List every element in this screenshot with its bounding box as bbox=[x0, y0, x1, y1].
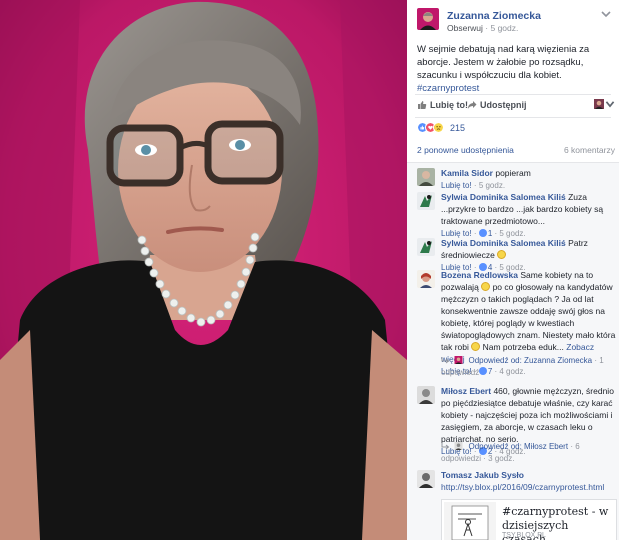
commenter-avatar[interactable] bbox=[417, 168, 435, 186]
shares-link[interactable]: 2 ponowne udostępnienia bbox=[417, 145, 514, 155]
replies-link[interactable]: Odpowiedź od: Zuzanna Ziomecka · 1 odpow… bbox=[441, 355, 616, 379]
commenter-avatar[interactable] bbox=[417, 192, 435, 210]
reply-time: 3 godz. bbox=[488, 454, 515, 463]
hashtag-link[interactable]: #czarnyprotest bbox=[417, 83, 479, 94]
author-avatar[interactable] bbox=[417, 8, 439, 30]
comment-item: Sylwia Dominika Salomea Kiliś Zuza ...pr… bbox=[417, 191, 617, 238]
reaction-icons bbox=[417, 122, 447, 133]
post-header: Zuzanna Ziomecka Obserwuj · 5 godz. bbox=[407, 0, 619, 36]
post-counts: 2 ponowne udostępnienia 6 komentarzy bbox=[417, 145, 617, 155]
comment-item: Sylwia Dominika Salomea Kiliś Patrz śred… bbox=[417, 237, 617, 272]
actions-bottom-divider bbox=[415, 117, 611, 118]
link-preview-image bbox=[444, 502, 496, 540]
persona-avatar-icon bbox=[594, 99, 604, 109]
comment-text: popieram bbox=[495, 168, 531, 178]
like-button[interactable]: Lubię to! bbox=[417, 100, 468, 110]
post-text: W sejmie debatują nad karą więzienia za … bbox=[417, 43, 613, 95]
post-meta: Obserwuj · 5 godz. bbox=[447, 23, 518, 33]
reaction-count: 215 bbox=[450, 122, 466, 133]
reactions-summary[interactable]: 215 bbox=[417, 122, 465, 133]
actions-top-divider bbox=[415, 94, 611, 95]
commenter-name[interactable]: Sylwia Dominika Salomea Kiliś bbox=[441, 192, 566, 202]
portrait-image bbox=[0, 0, 407, 540]
emoji-smile-icon bbox=[481, 282, 491, 291]
share-label: Udostępnij bbox=[480, 100, 527, 110]
comment-item: Tomasz Jakub Sysło http://tsy.blox.pl/20… bbox=[417, 469, 617, 499]
commenter-name[interactable]: Tomasz Jakub Sysło bbox=[441, 470, 524, 480]
comment-body: Sylwia Dominika Salomea Kiliś Zuza ...pr… bbox=[441, 191, 616, 241]
comment-body: Kamila Sidor popieram Lubię to! · 5 godz… bbox=[441, 167, 616, 193]
reply-label: Odpowiedź od: Zuzanna Ziomecka bbox=[468, 356, 593, 365]
reply-author-avatar bbox=[454, 441, 464, 451]
reply-label: Odpowiedź od: Miłosz Ebert bbox=[468, 442, 569, 451]
link-preview-card[interactable]: #czarnyprotest - w dzisiejszych czasach.… bbox=[441, 499, 617, 540]
replies-link[interactable]: Odpowiedź od: Miłosz Ebert · 6 odpowiedz… bbox=[441, 441, 616, 465]
post-side-panel: Zuzanna Ziomecka Obserwuj · 5 godz. W se… bbox=[407, 0, 619, 540]
reply-author-avatar bbox=[454, 355, 464, 365]
reply-separator: · bbox=[570, 442, 573, 451]
chevron-down-icon[interactable] bbox=[601, 10, 611, 18]
comments-section: Kamila Sidor popieram Lubię to! · 5 godz… bbox=[407, 162, 619, 540]
reply-separator: · bbox=[594, 356, 597, 365]
share-icon bbox=[467, 101, 477, 109]
like-icon bbox=[418, 101, 427, 109]
like-count-icon bbox=[478, 229, 487, 237]
author-name[interactable]: Zuzanna Ziomecka bbox=[447, 10, 541, 22]
reply-arrow-icon bbox=[441, 357, 450, 364]
commenter-name[interactable]: Bozena Redlowska bbox=[441, 270, 518, 280]
share-button[interactable]: Udostępnij bbox=[467, 100, 527, 110]
comment-item: Kamila Sidor popieram Lubię to! · 5 godz… bbox=[417, 167, 617, 193]
link-preview-domain: TSY.BLOX.PL bbox=[502, 532, 546, 539]
commenter-name[interactable]: Miłosz Ebert bbox=[441, 386, 491, 396]
chevron-down-icon bbox=[605, 101, 615, 108]
post-body: W sejmie debatują nad karą więzienia za … bbox=[417, 44, 590, 81]
post-time[interactable]: 5 godz. bbox=[490, 23, 518, 33]
comment-link[interactable]: http://tsy.blox.pl/2016/09/czarnyprotest… bbox=[441, 481, 616, 493]
reaction-sad-icon bbox=[433, 122, 444, 133]
commenter-avatar[interactable] bbox=[417, 386, 435, 404]
comment-time[interactable]: 5 godz. bbox=[479, 181, 505, 190]
commenter-name[interactable]: Sylwia Dominika Salomea Kiliś bbox=[441, 238, 566, 248]
reply-separator: · bbox=[483, 454, 486, 463]
commenter-avatar[interactable] bbox=[417, 470, 435, 488]
commenter-avatar[interactable] bbox=[417, 270, 435, 288]
commenter-name[interactable]: Kamila Sidor bbox=[441, 168, 493, 178]
commenter-avatar[interactable] bbox=[417, 238, 435, 256]
emoji-smile-icon bbox=[497, 250, 507, 259]
post-actions: Lubię to! Udostępnij bbox=[407, 96, 619, 116]
comment-like-link[interactable]: Lubię to! bbox=[441, 181, 472, 190]
comment-body: Tomasz Jakub Sysło http://tsy.blox.pl/20… bbox=[441, 469, 616, 493]
reply-arrow-icon bbox=[441, 443, 450, 450]
comment-item: Bozena Redlowska Same kobiety na to pozw… bbox=[417, 269, 617, 376]
emoji-smile-icon bbox=[471, 342, 481, 351]
comments-count[interactable]: 6 komentarzy bbox=[564, 145, 615, 155]
post-photo[interactable] bbox=[0, 0, 407, 540]
like-label: Lubię to! bbox=[430, 100, 468, 110]
comment-text-end: Nam potrzeba eduk... bbox=[482, 342, 564, 352]
persona-selector[interactable] bbox=[594, 99, 615, 109]
follow-link[interactable]: Obserwuj bbox=[447, 23, 483, 33]
